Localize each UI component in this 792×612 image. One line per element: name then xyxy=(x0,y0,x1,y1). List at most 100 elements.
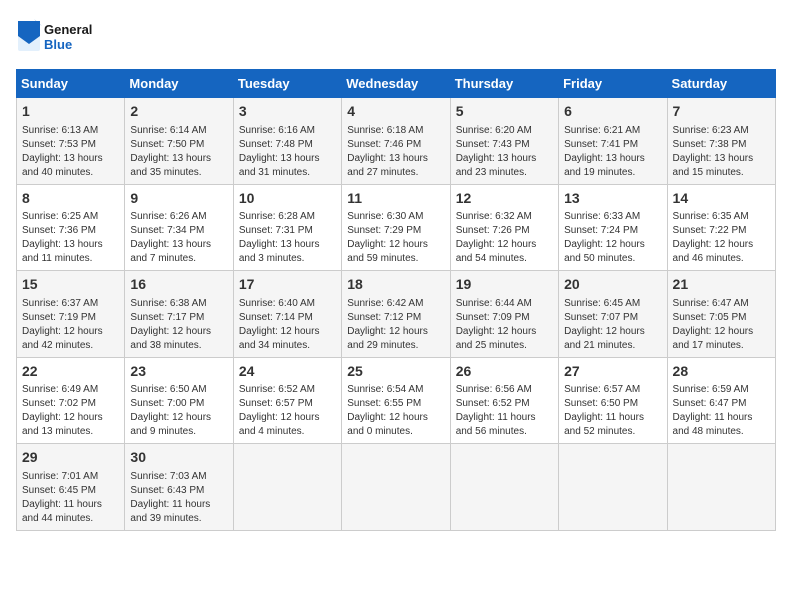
day-info: Sunrise: 6:32 AM Sunset: 7:26 PM Dayligh… xyxy=(456,210,553,266)
day-number: 22 xyxy=(22,362,119,382)
weekday-header-row: SundayMondayTuesdayWednesdayThursdayFrid… xyxy=(17,70,776,98)
day-number: 9 xyxy=(130,189,227,209)
day-number: 3 xyxy=(239,102,336,122)
day-info: Sunrise: 6:47 AM Sunset: 7:05 PM Dayligh… xyxy=(673,297,770,353)
calendar-day-cell: 22Sunrise: 6:49 AM Sunset: 7:02 PM Dayli… xyxy=(17,357,125,444)
weekday-header-monday: Monday xyxy=(125,70,233,98)
calendar-day-cell: 9Sunrise: 6:26 AM Sunset: 7:34 PM Daylig… xyxy=(125,184,233,271)
day-number: 17 xyxy=(239,275,336,295)
day-number: 25 xyxy=(347,362,444,382)
calendar-day-cell: 1Sunrise: 6:13 AM Sunset: 7:53 PM Daylig… xyxy=(17,98,125,185)
day-number: 14 xyxy=(673,189,770,209)
day-number: 24 xyxy=(239,362,336,382)
calendar-week-row: 29Sunrise: 7:01 AM Sunset: 6:45 PM Dayli… xyxy=(17,444,776,531)
calendar-day-cell: 16Sunrise: 6:38 AM Sunset: 7:17 PM Dayli… xyxy=(125,271,233,358)
day-info: Sunrise: 6:54 AM Sunset: 6:55 PM Dayligh… xyxy=(347,383,444,439)
day-info: Sunrise: 6:42 AM Sunset: 7:12 PM Dayligh… xyxy=(347,297,444,353)
logo-svg: General Blue xyxy=(16,16,106,61)
svg-text:Blue: Blue xyxy=(44,37,72,52)
day-info: Sunrise: 6:21 AM Sunset: 7:41 PM Dayligh… xyxy=(564,124,661,180)
day-number: 11 xyxy=(347,189,444,209)
day-info: Sunrise: 6:28 AM Sunset: 7:31 PM Dayligh… xyxy=(239,210,336,266)
day-number: 21 xyxy=(673,275,770,295)
calendar-day-cell: 12Sunrise: 6:32 AM Sunset: 7:26 PM Dayli… xyxy=(450,184,558,271)
day-info: Sunrise: 6:18 AM Sunset: 7:46 PM Dayligh… xyxy=(347,124,444,180)
calendar-day-cell: 15Sunrise: 6:37 AM Sunset: 7:19 PM Dayli… xyxy=(17,271,125,358)
day-number: 1 xyxy=(22,102,119,122)
day-info: Sunrise: 7:01 AM Sunset: 6:45 PM Dayligh… xyxy=(22,470,119,526)
day-number: 20 xyxy=(564,275,661,295)
calendar-day-cell xyxy=(559,444,667,531)
day-number: 15 xyxy=(22,275,119,295)
weekday-header-sunday: Sunday xyxy=(17,70,125,98)
weekday-header-thursday: Thursday xyxy=(450,70,558,98)
calendar-week-row: 8Sunrise: 6:25 AM Sunset: 7:36 PM Daylig… xyxy=(17,184,776,271)
day-number: 27 xyxy=(564,362,661,382)
weekday-header-tuesday: Tuesday xyxy=(233,70,341,98)
day-number: 28 xyxy=(673,362,770,382)
day-number: 12 xyxy=(456,189,553,209)
day-number: 29 xyxy=(22,448,119,468)
day-info: Sunrise: 6:44 AM Sunset: 7:09 PM Dayligh… xyxy=(456,297,553,353)
day-number: 18 xyxy=(347,275,444,295)
calendar-day-cell: 13Sunrise: 6:33 AM Sunset: 7:24 PM Dayli… xyxy=(559,184,667,271)
calendar-day-cell: 25Sunrise: 6:54 AM Sunset: 6:55 PM Dayli… xyxy=(342,357,450,444)
calendar-day-cell: 17Sunrise: 6:40 AM Sunset: 7:14 PM Dayli… xyxy=(233,271,341,358)
day-number: 10 xyxy=(239,189,336,209)
day-number: 5 xyxy=(456,102,553,122)
calendar-day-cell: 11Sunrise: 6:30 AM Sunset: 7:29 PM Dayli… xyxy=(342,184,450,271)
calendar-day-cell: 26Sunrise: 6:56 AM Sunset: 6:52 PM Dayli… xyxy=(450,357,558,444)
day-info: Sunrise: 6:30 AM Sunset: 7:29 PM Dayligh… xyxy=(347,210,444,266)
calendar-day-cell: 23Sunrise: 6:50 AM Sunset: 7:00 PM Dayli… xyxy=(125,357,233,444)
day-number: 8 xyxy=(22,189,119,209)
day-info: Sunrise: 6:59 AM Sunset: 6:47 PM Dayligh… xyxy=(673,383,770,439)
calendar-day-cell: 2Sunrise: 6:14 AM Sunset: 7:50 PM Daylig… xyxy=(125,98,233,185)
day-number: 13 xyxy=(564,189,661,209)
day-number: 4 xyxy=(347,102,444,122)
day-info: Sunrise: 6:52 AM Sunset: 6:57 PM Dayligh… xyxy=(239,383,336,439)
day-info: Sunrise: 6:16 AM Sunset: 7:48 PM Dayligh… xyxy=(239,124,336,180)
calendar-day-cell: 19Sunrise: 6:44 AM Sunset: 7:09 PM Dayli… xyxy=(450,271,558,358)
calendar-day-cell: 24Sunrise: 6:52 AM Sunset: 6:57 PM Dayli… xyxy=(233,357,341,444)
day-info: Sunrise: 6:49 AM Sunset: 7:02 PM Dayligh… xyxy=(22,383,119,439)
day-number: 23 xyxy=(130,362,227,382)
day-number: 2 xyxy=(130,102,227,122)
weekday-header-saturday: Saturday xyxy=(667,70,775,98)
day-info: Sunrise: 6:56 AM Sunset: 6:52 PM Dayligh… xyxy=(456,383,553,439)
day-number: 16 xyxy=(130,275,227,295)
calendar-day-cell: 4Sunrise: 6:18 AM Sunset: 7:46 PM Daylig… xyxy=(342,98,450,185)
calendar-day-cell: 28Sunrise: 6:59 AM Sunset: 6:47 PM Dayli… xyxy=(667,357,775,444)
day-number: 30 xyxy=(130,448,227,468)
day-info: Sunrise: 6:50 AM Sunset: 7:00 PM Dayligh… xyxy=(130,383,227,439)
calendar-day-cell xyxy=(667,444,775,531)
day-number: 19 xyxy=(456,275,553,295)
calendar-day-cell: 8Sunrise: 6:25 AM Sunset: 7:36 PM Daylig… xyxy=(17,184,125,271)
calendar-day-cell: 5Sunrise: 6:20 AM Sunset: 7:43 PM Daylig… xyxy=(450,98,558,185)
calendar-day-cell xyxy=(450,444,558,531)
calendar-day-cell: 7Sunrise: 6:23 AM Sunset: 7:38 PM Daylig… xyxy=(667,98,775,185)
calendar-day-cell: 20Sunrise: 6:45 AM Sunset: 7:07 PM Dayli… xyxy=(559,271,667,358)
day-info: Sunrise: 6:38 AM Sunset: 7:17 PM Dayligh… xyxy=(130,297,227,353)
day-info: Sunrise: 6:26 AM Sunset: 7:34 PM Dayligh… xyxy=(130,210,227,266)
day-info: Sunrise: 6:45 AM Sunset: 7:07 PM Dayligh… xyxy=(564,297,661,353)
calendar-table: SundayMondayTuesdayWednesdayThursdayFrid… xyxy=(16,69,776,531)
calendar-day-cell: 18Sunrise: 6:42 AM Sunset: 7:12 PM Dayli… xyxy=(342,271,450,358)
calendar-day-cell: 6Sunrise: 6:21 AM Sunset: 7:41 PM Daylig… xyxy=(559,98,667,185)
day-info: Sunrise: 6:20 AM Sunset: 7:43 PM Dayligh… xyxy=(456,124,553,180)
calendar-day-cell: 14Sunrise: 6:35 AM Sunset: 7:22 PM Dayli… xyxy=(667,184,775,271)
calendar-week-row: 22Sunrise: 6:49 AM Sunset: 7:02 PM Dayli… xyxy=(17,357,776,444)
calendar-week-row: 1Sunrise: 6:13 AM Sunset: 7:53 PM Daylig… xyxy=(17,98,776,185)
day-info: Sunrise: 6:13 AM Sunset: 7:53 PM Dayligh… xyxy=(22,124,119,180)
day-info: Sunrise: 6:37 AM Sunset: 7:19 PM Dayligh… xyxy=(22,297,119,353)
weekday-header-wednesday: Wednesday xyxy=(342,70,450,98)
day-info: Sunrise: 6:40 AM Sunset: 7:14 PM Dayligh… xyxy=(239,297,336,353)
calendar-day-cell xyxy=(342,444,450,531)
day-info: Sunrise: 6:25 AM Sunset: 7:36 PM Dayligh… xyxy=(22,210,119,266)
day-number: 7 xyxy=(673,102,770,122)
calendar-day-cell: 29Sunrise: 7:01 AM Sunset: 6:45 PM Dayli… xyxy=(17,444,125,531)
day-info: Sunrise: 7:03 AM Sunset: 6:43 PM Dayligh… xyxy=(130,470,227,526)
day-number: 26 xyxy=(456,362,553,382)
day-info: Sunrise: 6:23 AM Sunset: 7:38 PM Dayligh… xyxy=(673,124,770,180)
calendar-day-cell: 21Sunrise: 6:47 AM Sunset: 7:05 PM Dayli… xyxy=(667,271,775,358)
svg-text:General: General xyxy=(44,22,92,37)
